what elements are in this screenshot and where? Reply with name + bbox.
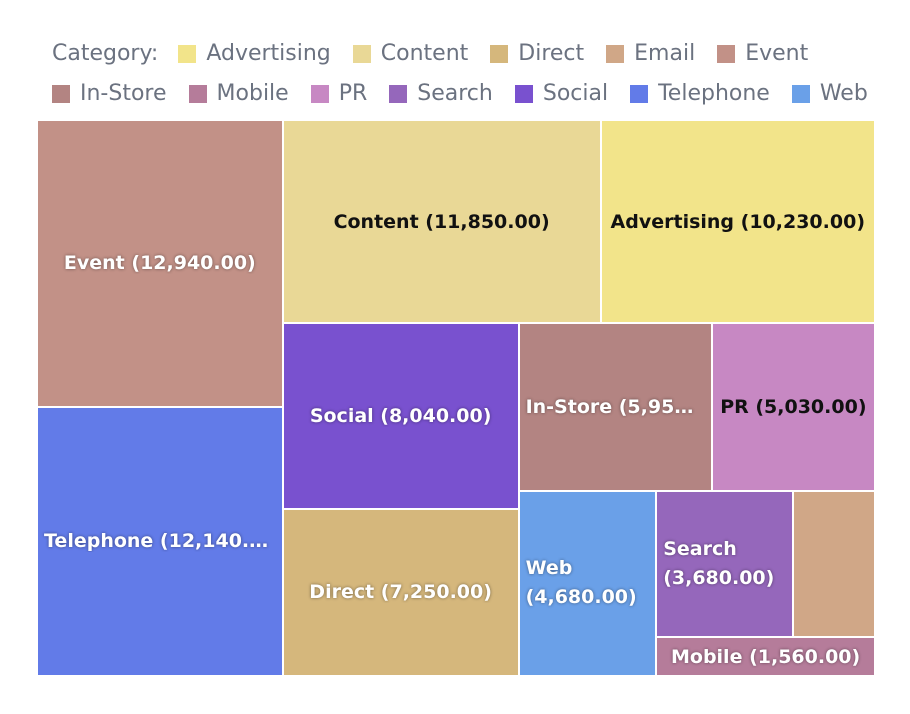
legend-swatch bbox=[52, 85, 70, 103]
legend-item-mobile[interactable]: Mobile bbox=[188, 74, 289, 114]
legend-label: Advertising bbox=[206, 41, 331, 66]
legend-item-content[interactable]: Content bbox=[352, 34, 469, 74]
legend-swatch bbox=[178, 45, 197, 63]
legend-item-event[interactable]: Event bbox=[717, 34, 808, 74]
treemap-cell-label: Direct (7,250.00) bbox=[309, 581, 492, 604]
treemap-cell-label: Social (8,040.00) bbox=[309, 404, 492, 427]
legend-swatch bbox=[389, 85, 408, 103]
legend-item-web[interactable]: Web bbox=[791, 74, 868, 114]
legend-swatch bbox=[717, 45, 736, 63]
treemap-cell-direct[interactable]: Direct (7,250.00) bbox=[282, 508, 519, 676]
treemap-cell-pr[interactable]: PR (5,030.00) bbox=[711, 323, 875, 491]
treemap-cell-mobile[interactable]: Mobile (1,560.00) bbox=[656, 637, 875, 676]
legend-label: Content bbox=[380, 41, 469, 66]
legend-label: Direct bbox=[518, 41, 585, 66]
legend-item-telephone[interactable]: Telephone bbox=[630, 74, 770, 114]
treemap-cell-label: Telephone (12,140.00) bbox=[44, 530, 282, 553]
treemap-cell-label: Content (11,850.00) bbox=[333, 210, 550, 233]
treemap-cell-label: PR (5,030.00) bbox=[720, 395, 867, 418]
treemap-cell-email[interactable] bbox=[793, 490, 875, 638]
legend-row-1: Category: Advertising Content Direct Email E… bbox=[52, 34, 892, 74]
legend-label: Mobile bbox=[216, 81, 289, 106]
legend-item-pr[interactable]: PR bbox=[310, 74, 368, 114]
treemap-cell-label: In-Store (5,950.... bbox=[525, 395, 711, 418]
legend-label: Telephone bbox=[658, 81, 770, 106]
legend-label: Social bbox=[542, 81, 609, 106]
legend-swatch bbox=[310, 85, 329, 103]
treemap-cell-event[interactable]: Event (12,940.00) bbox=[37, 120, 283, 407]
legend-label: PR bbox=[338, 81, 368, 106]
legend-item-social[interactable]: Social bbox=[514, 74, 609, 114]
treemap-cell-content[interactable]: Content (11,850.00) bbox=[282, 120, 601, 324]
chart-legend: Category: Advertising Content Direct Email E… bbox=[52, 34, 892, 114]
treemap-cell-search[interactable]: Search (3,680.00) bbox=[656, 490, 794, 638]
treemap-cell-label: Advertising (10,230.00) bbox=[610, 210, 865, 233]
treemap-cell-label: Mobile (1,560.00) bbox=[670, 645, 861, 668]
legend-label: In-Store bbox=[80, 81, 167, 106]
legend-item-direct[interactable]: Direct bbox=[490, 34, 584, 74]
treemap-cell-label: Web (4,680.00) bbox=[525, 557, 637, 609]
legend-item-search[interactable]: Search bbox=[389, 74, 493, 114]
legend-item-email[interactable]: Email bbox=[606, 34, 695, 74]
legend-swatch bbox=[490, 45, 509, 63]
legend-label: Web bbox=[819, 81, 868, 106]
treemap-cell-telephone[interactable]: Telephone (12,140.00) bbox=[37, 406, 283, 676]
legend-title: Category: bbox=[52, 41, 159, 66]
legend-swatch bbox=[188, 85, 207, 103]
legend-swatch bbox=[606, 45, 625, 63]
legend-swatch bbox=[630, 85, 649, 103]
treemap-chart: Event (12,940.00) Telephone (12,140.00) Co… bbox=[37, 120, 875, 676]
treemap-cell-label: Event (12,940.00) bbox=[63, 252, 256, 275]
legend-label: Search bbox=[417, 81, 493, 106]
legend-row-2: In-Store Mobile PR Search Social Telephone Web bbox=[52, 74, 892, 114]
legend-label: Event bbox=[745, 41, 809, 66]
treemap-cell-social[interactable]: Social (8,040.00) bbox=[282, 323, 519, 509]
legend-swatch bbox=[791, 85, 810, 103]
legend-swatch bbox=[352, 45, 371, 63]
treemap-cell-label: Search (3,680.00) bbox=[663, 537, 775, 589]
legend-swatch bbox=[514, 85, 533, 103]
legend-item-advertising[interactable]: Advertising bbox=[178, 34, 331, 74]
treemap-cell-in-store[interactable]: In-Store (5,950.... bbox=[518, 323, 712, 491]
treemap-cell-advertising[interactable]: Advertising (10,230.00) bbox=[600, 120, 875, 324]
legend-item-in-store[interactable]: In-Store bbox=[52, 74, 167, 114]
legend-label: Email bbox=[634, 41, 696, 66]
treemap-cell-web[interactable]: Web (4,680.00) bbox=[518, 490, 657, 676]
